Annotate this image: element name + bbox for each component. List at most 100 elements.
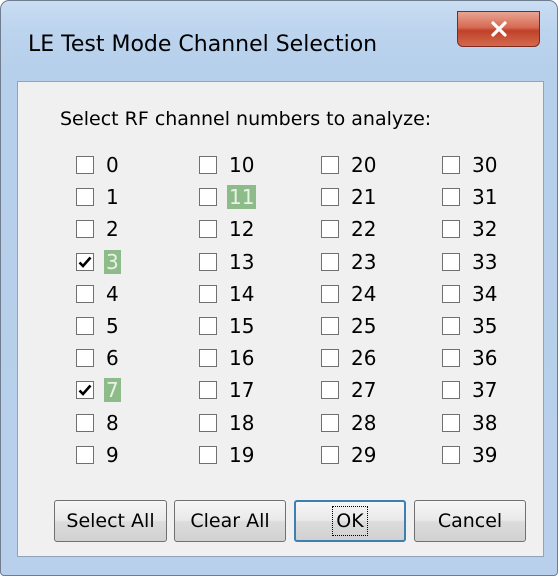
channel-checkbox-39[interactable]: 39	[442, 442, 499, 468]
checkbox-box[interactable]	[321, 446, 339, 464]
channel-checkbox-27[interactable]: 27	[321, 377, 378, 403]
channel-checkbox-15[interactable]: 15	[199, 313, 256, 339]
channel-number: 7	[104, 378, 121, 402]
dialog-window: LE Test Mode Channel Selection Select RF…	[0, 0, 558, 576]
checkbox-box[interactable]	[76, 317, 94, 335]
checkbox-box[interactable]	[199, 156, 217, 174]
channel-checkbox-3[interactable]: 3	[76, 249, 121, 275]
ok-label: OK	[332, 506, 368, 536]
checkbox-box[interactable]	[76, 156, 94, 174]
checkbox-box[interactable]	[321, 156, 339, 174]
channel-checkbox-31[interactable]: 31	[442, 184, 499, 210]
checkbox-box[interactable]	[76, 446, 94, 464]
channel-checkbox-32[interactable]: 32	[442, 216, 499, 242]
checkbox-box[interactable]	[442, 414, 460, 432]
checkbox-box[interactable]	[199, 414, 217, 432]
channel-checkbox-35[interactable]: 35	[442, 313, 499, 339]
checkmark-icon	[78, 256, 92, 268]
channel-number: 17	[229, 378, 255, 402]
channel-checkbox-16[interactable]: 16	[199, 345, 256, 371]
channel-number: 35	[472, 314, 498, 338]
checkbox-box[interactable]	[76, 188, 94, 206]
channel-checkbox-38[interactable]: 38	[442, 410, 499, 436]
checkbox-box[interactable]	[199, 317, 217, 335]
checkbox-box[interactable]	[76, 220, 94, 238]
channel-checkbox-18[interactable]: 18	[199, 410, 256, 436]
checkbox-box[interactable]	[442, 446, 460, 464]
checkbox-box[interactable]	[442, 285, 460, 303]
channel-number: 21	[351, 185, 377, 209]
checkbox-box[interactable]	[321, 220, 339, 238]
channel-checkbox-9[interactable]: 9	[76, 442, 121, 468]
channel-checkbox-37[interactable]: 37	[442, 377, 499, 403]
checkbox-box[interactable]	[199, 220, 217, 238]
channel-number: 22	[351, 217, 377, 241]
checkbox-box[interactable]	[76, 414, 94, 432]
checkbox-box[interactable]	[321, 381, 339, 399]
checkbox-box[interactable]	[76, 285, 94, 303]
channel-checkbox-36[interactable]: 36	[442, 345, 499, 371]
channel-checkbox-7[interactable]: 7	[76, 377, 121, 403]
clear-all-button[interactable]: Clear All	[174, 500, 286, 542]
clear-all-label: Clear All	[190, 510, 270, 532]
channel-checkbox-5[interactable]: 5	[76, 313, 121, 339]
ok-button[interactable]: OK	[294, 500, 406, 542]
checkbox-box[interactable]	[76, 381, 94, 399]
close-button[interactable]	[457, 11, 540, 47]
channel-checkbox-17[interactable]: 17	[199, 377, 256, 403]
channel-checkbox-13[interactable]: 13	[199, 249, 256, 275]
channel-checkbox-26[interactable]: 26	[321, 345, 378, 371]
channel-checkbox-11[interactable]: 11	[199, 184, 257, 210]
channel-checkbox-19[interactable]: 19	[199, 442, 256, 468]
checkbox-box[interactable]	[321, 317, 339, 335]
channel-checkbox-25[interactable]: 25	[321, 313, 378, 339]
checkbox-box[interactable]	[199, 285, 217, 303]
checkbox-box[interactable]	[321, 414, 339, 432]
channel-checkbox-22[interactable]: 22	[321, 216, 378, 242]
select-all-button[interactable]: Select All	[54, 500, 167, 542]
channel-checkbox-30[interactable]: 30	[442, 152, 499, 178]
checkbox-box[interactable]	[321, 349, 339, 367]
checkbox-box[interactable]	[442, 253, 460, 271]
cancel-button[interactable]: Cancel	[414, 500, 526, 542]
channel-checkbox-29[interactable]: 29	[321, 442, 378, 468]
checkbox-box[interactable]	[442, 156, 460, 174]
channel-checkbox-6[interactable]: 6	[76, 345, 121, 371]
channel-checkbox-1[interactable]: 1	[76, 184, 121, 210]
checkbox-box[interactable]	[442, 188, 460, 206]
channel-checkbox-23[interactable]: 23	[321, 249, 378, 275]
channel-number: 0	[106, 153, 119, 177]
checkbox-box[interactable]	[321, 285, 339, 303]
channel-number: 14	[229, 282, 255, 306]
close-icon	[490, 21, 507, 37]
checkbox-box[interactable]	[199, 349, 217, 367]
channel-checkbox-4[interactable]: 4	[76, 281, 121, 307]
channel-number: 33	[472, 250, 498, 274]
checkbox-box[interactable]	[76, 349, 94, 367]
checkbox-box[interactable]	[199, 381, 217, 399]
channel-checkbox-8[interactable]: 8	[76, 410, 121, 436]
checkbox-box[interactable]	[442, 381, 460, 399]
channel-checkbox-10[interactable]: 10	[199, 152, 256, 178]
channel-checkbox-33[interactable]: 33	[442, 249, 499, 275]
channel-checkbox-0[interactable]: 0	[76, 152, 121, 178]
channel-checkbox-21[interactable]: 21	[321, 184, 378, 210]
channel-checkbox-2[interactable]: 2	[76, 216, 121, 242]
checkbox-box[interactable]	[199, 188, 217, 206]
channel-checkbox-34[interactable]: 34	[442, 281, 499, 307]
checkbox-box[interactable]	[321, 253, 339, 271]
channel-checkbox-20[interactable]: 20	[321, 152, 378, 178]
checkbox-box[interactable]	[199, 253, 217, 271]
checkbox-box[interactable]	[199, 446, 217, 464]
channel-number: 16	[229, 346, 255, 370]
channel-number: 29	[351, 443, 377, 467]
channel-checkbox-28[interactable]: 28	[321, 410, 378, 436]
checkbox-box[interactable]	[442, 220, 460, 238]
checkbox-box[interactable]	[442, 317, 460, 335]
checkbox-box[interactable]	[442, 349, 460, 367]
channel-checkbox-12[interactable]: 12	[199, 216, 256, 242]
checkbox-box[interactable]	[76, 253, 94, 271]
channel-checkbox-14[interactable]: 14	[199, 281, 256, 307]
channel-checkbox-24[interactable]: 24	[321, 281, 378, 307]
checkbox-box[interactable]	[321, 188, 339, 206]
